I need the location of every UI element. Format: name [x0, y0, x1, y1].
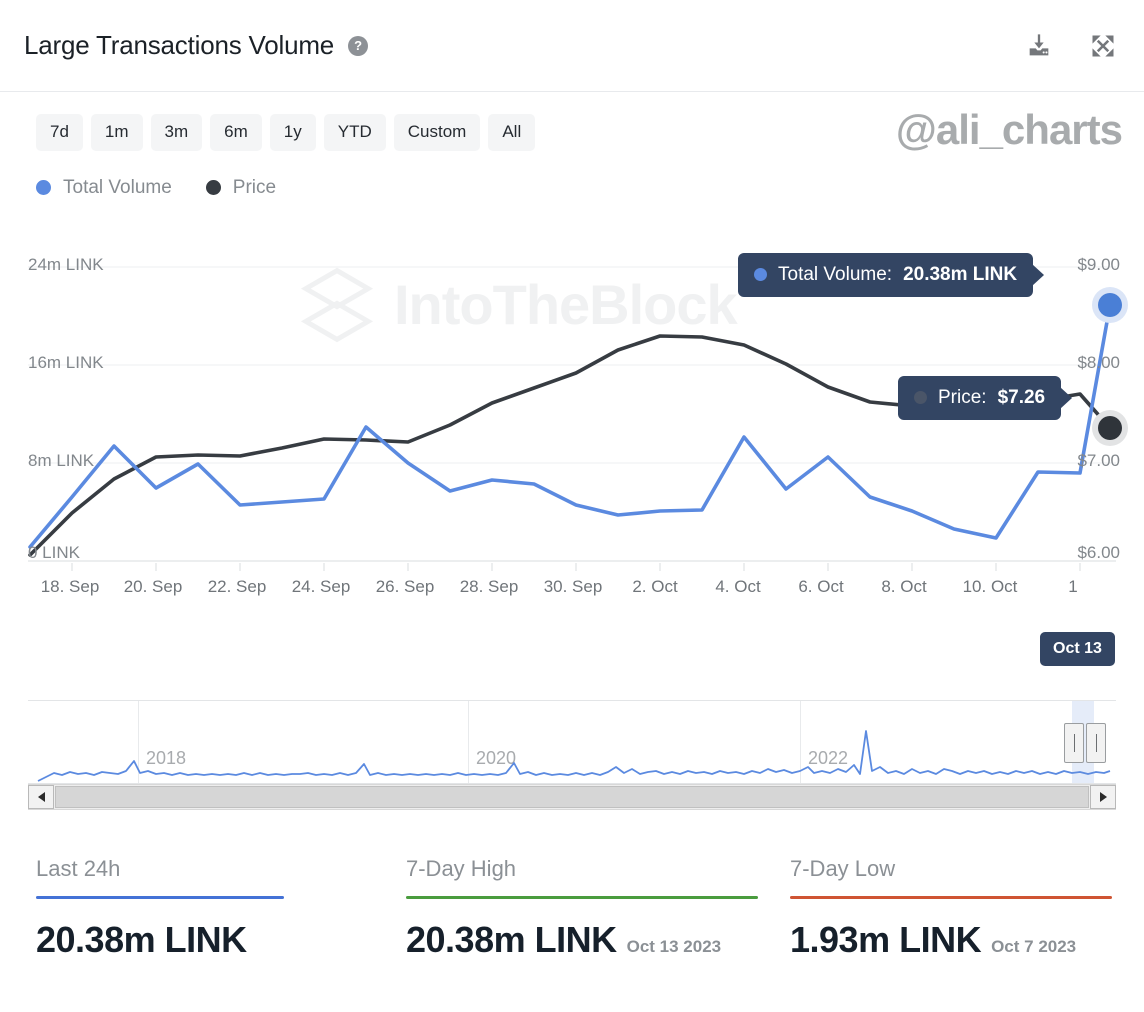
chart-navigator[interactable]: 2018 2020 2022: [28, 700, 1116, 784]
range-button-3m[interactable]: 3m: [150, 114, 203, 151]
stat-date-7-day-low: Oct 7 2023: [991, 937, 1077, 956]
navigator-handle-left[interactable]: [1064, 723, 1084, 763]
stat-rule-7-day-high: [406, 896, 758, 899]
x-axis-tick-7: 2. Oct: [632, 576, 678, 596]
scrollbar-right-arrow-icon[interactable]: [1090, 785, 1116, 809]
x-axis-tick-1: 20. Sep: [123, 576, 183, 596]
stat-value-7-day-low: 1.93m LINK: [790, 919, 982, 960]
navigator-scrollbar[interactable]: [28, 784, 1116, 810]
scrollbar-thumb[interactable]: [55, 786, 1089, 808]
stat-value-row-7-day-high: 20.38m LINK Oct 13 2023: [406, 919, 736, 961]
stat-rule-last-24h: [36, 896, 284, 899]
x-axis-tick-8: 4. Oct: [715, 576, 761, 596]
total-volume-line: [28, 302, 1112, 549]
header-actions: [1024, 31, 1118, 61]
legend-dot-total-volume: [36, 180, 51, 196]
legend-item-total-volume[interactable]: Total Volume: [36, 177, 172, 199]
x-axis-tick-3: 24. Sep: [291, 576, 351, 596]
question-mark-icon[interactable]: ?: [348, 35, 369, 56]
tooltip-label-total-volume: Total Volume:: [778, 263, 893, 285]
y-axis-left-tick-16m: 16m LINK: [28, 352, 104, 372]
range-button-1m[interactable]: 1m: [90, 114, 143, 151]
stats-row: Last 24h 20.38m LINK 7-Day High 20.38m L…: [36, 856, 1112, 961]
stat-value-7-day-high: 20.38m LINK: [406, 919, 617, 960]
tooltip-dot-total-volume: [754, 268, 767, 282]
price-point-marker[interactable]: [1098, 415, 1122, 440]
x-axis-tick-5: 28. Sep: [459, 576, 519, 596]
author-watermark: @ali_charts: [895, 106, 1123, 153]
x-axis-tick-12: 1: [1068, 576, 1078, 596]
page-title: Large Transactions Volume: [24, 30, 335, 60]
tooltip-value-total-volume: 20.38m LINK: [903, 263, 1018, 285]
range-selector: 7d 1m 3m 6m 1y YTD Custom All: [36, 114, 536, 151]
y-axis-right-tick-8: $8.00: [1077, 352, 1120, 372]
stat-7-day-low: 7-Day Low 1.93m LINK Oct 7 2023: [790, 856, 1112, 961]
stat-value-last-24h: 20.38m LINK: [36, 919, 247, 960]
expand-icon[interactable]: [1088, 31, 1118, 61]
scrollbar-left-arrow-icon[interactable]: [28, 785, 54, 809]
range-button-all[interactable]: All: [488, 114, 536, 151]
stat-label-last-24h: Last 24h: [36, 856, 121, 881]
tooltip-price: Price: $7.26: [898, 375, 1073, 420]
tooltip-value-price: $7.26: [997, 386, 1046, 408]
y-axis-right-tick-9: $9.00: [1077, 254, 1120, 274]
stat-label-7-day-low: 7-Day Low: [790, 856, 896, 881]
chart-legend: Total Volume Price: [0, 151, 1144, 199]
stat-value-row-last-24h: 20.38m LINK: [36, 919, 350, 961]
x-axis-tick-9: 6. Oct: [798, 576, 844, 596]
range-button-1y[interactable]: 1y: [269, 114, 316, 151]
range-button-7d[interactable]: 7d: [36, 114, 83, 151]
stat-last-24h: Last 24h 20.38m LINK: [36, 856, 350, 961]
range-button-6m[interactable]: 6m: [210, 114, 262, 151]
navigator-sparkline: [37, 730, 1111, 782]
x-axis-tick-6: 30. Sep: [543, 576, 603, 596]
widget-header: Large Transactions Volume ?: [0, 0, 1144, 92]
tooltip-dot-price: [914, 391, 927, 405]
stat-rule-7-day-low: [790, 896, 1112, 899]
stat-value-row-7-day-low: 1.93m LINK Oct 7 2023: [790, 919, 1112, 961]
legend-dot-price: [205, 180, 221, 196]
price-line: [28, 333, 1112, 557]
volume-point-marker[interactable]: [1098, 292, 1122, 317]
controls-row: 7d 1m 3m 6m 1y YTD Custom All @ali_chart…: [0, 92, 1144, 153]
stat-date-7-day-high: Oct 13 2023: [626, 937, 722, 956]
legend-label-price: Price: [232, 176, 277, 198]
x-axis-tick-11: 10. Oct: [962, 576, 1018, 596]
x-axis: 18. Sep 20. Sep 22. Sep 24. Sep 26. Sep …: [0, 562, 1144, 607]
y-axis-right-tick-7: $7.00: [1077, 450, 1120, 470]
tooltip-label-price: Price:: [938, 386, 987, 408]
chart-area[interactable]: IntoTheBlock 24m LINK 16m LINK 8m LINK 0…: [0, 245, 1144, 605]
x-axis-tick-4: 26. Sep: [375, 576, 435, 596]
x-axis-date-badge: Oct 13: [1040, 632, 1115, 666]
tooltip-total-volume: Total Volume: 20.38m LINK: [738, 252, 1045, 297]
stat-7-day-high: 7-Day High 20.38m LINK Oct 13 2023: [406, 856, 758, 961]
x-axis-tick-2: 22. Sep: [207, 576, 267, 596]
large-transactions-volume-widget: Large Transactions Volume ? 7d 1m 3m 6m …: [0, 0, 1144, 1012]
legend-label-total-volume: Total Volume: [63, 176, 172, 198]
navigator-handle-right[interactable]: [1086, 723, 1106, 763]
range-button-custom[interactable]: Custom: [393, 114, 481, 151]
chart-plot[interactable]: [0, 245, 1144, 605]
x-axis-tick-0: 18. Sep: [40, 576, 100, 596]
range-button-ytd[interactable]: YTD: [323, 114, 386, 151]
x-axis-tick-10: 8. Oct: [881, 576, 927, 596]
y-axis-left-tick-8m: 8m LINK: [28, 450, 95, 470]
y-axis-left-tick-24m: 24m LINK: [28, 254, 104, 274]
download-icon[interactable]: [1024, 31, 1054, 61]
y-axis-right-tick-6: $6.00: [1077, 542, 1120, 562]
stat-label-7-day-high: 7-Day High: [406, 856, 517, 881]
legend-item-price[interactable]: Price: [205, 176, 277, 199]
y-axis-left-tick-0: 0 LINK: [28, 542, 80, 562]
